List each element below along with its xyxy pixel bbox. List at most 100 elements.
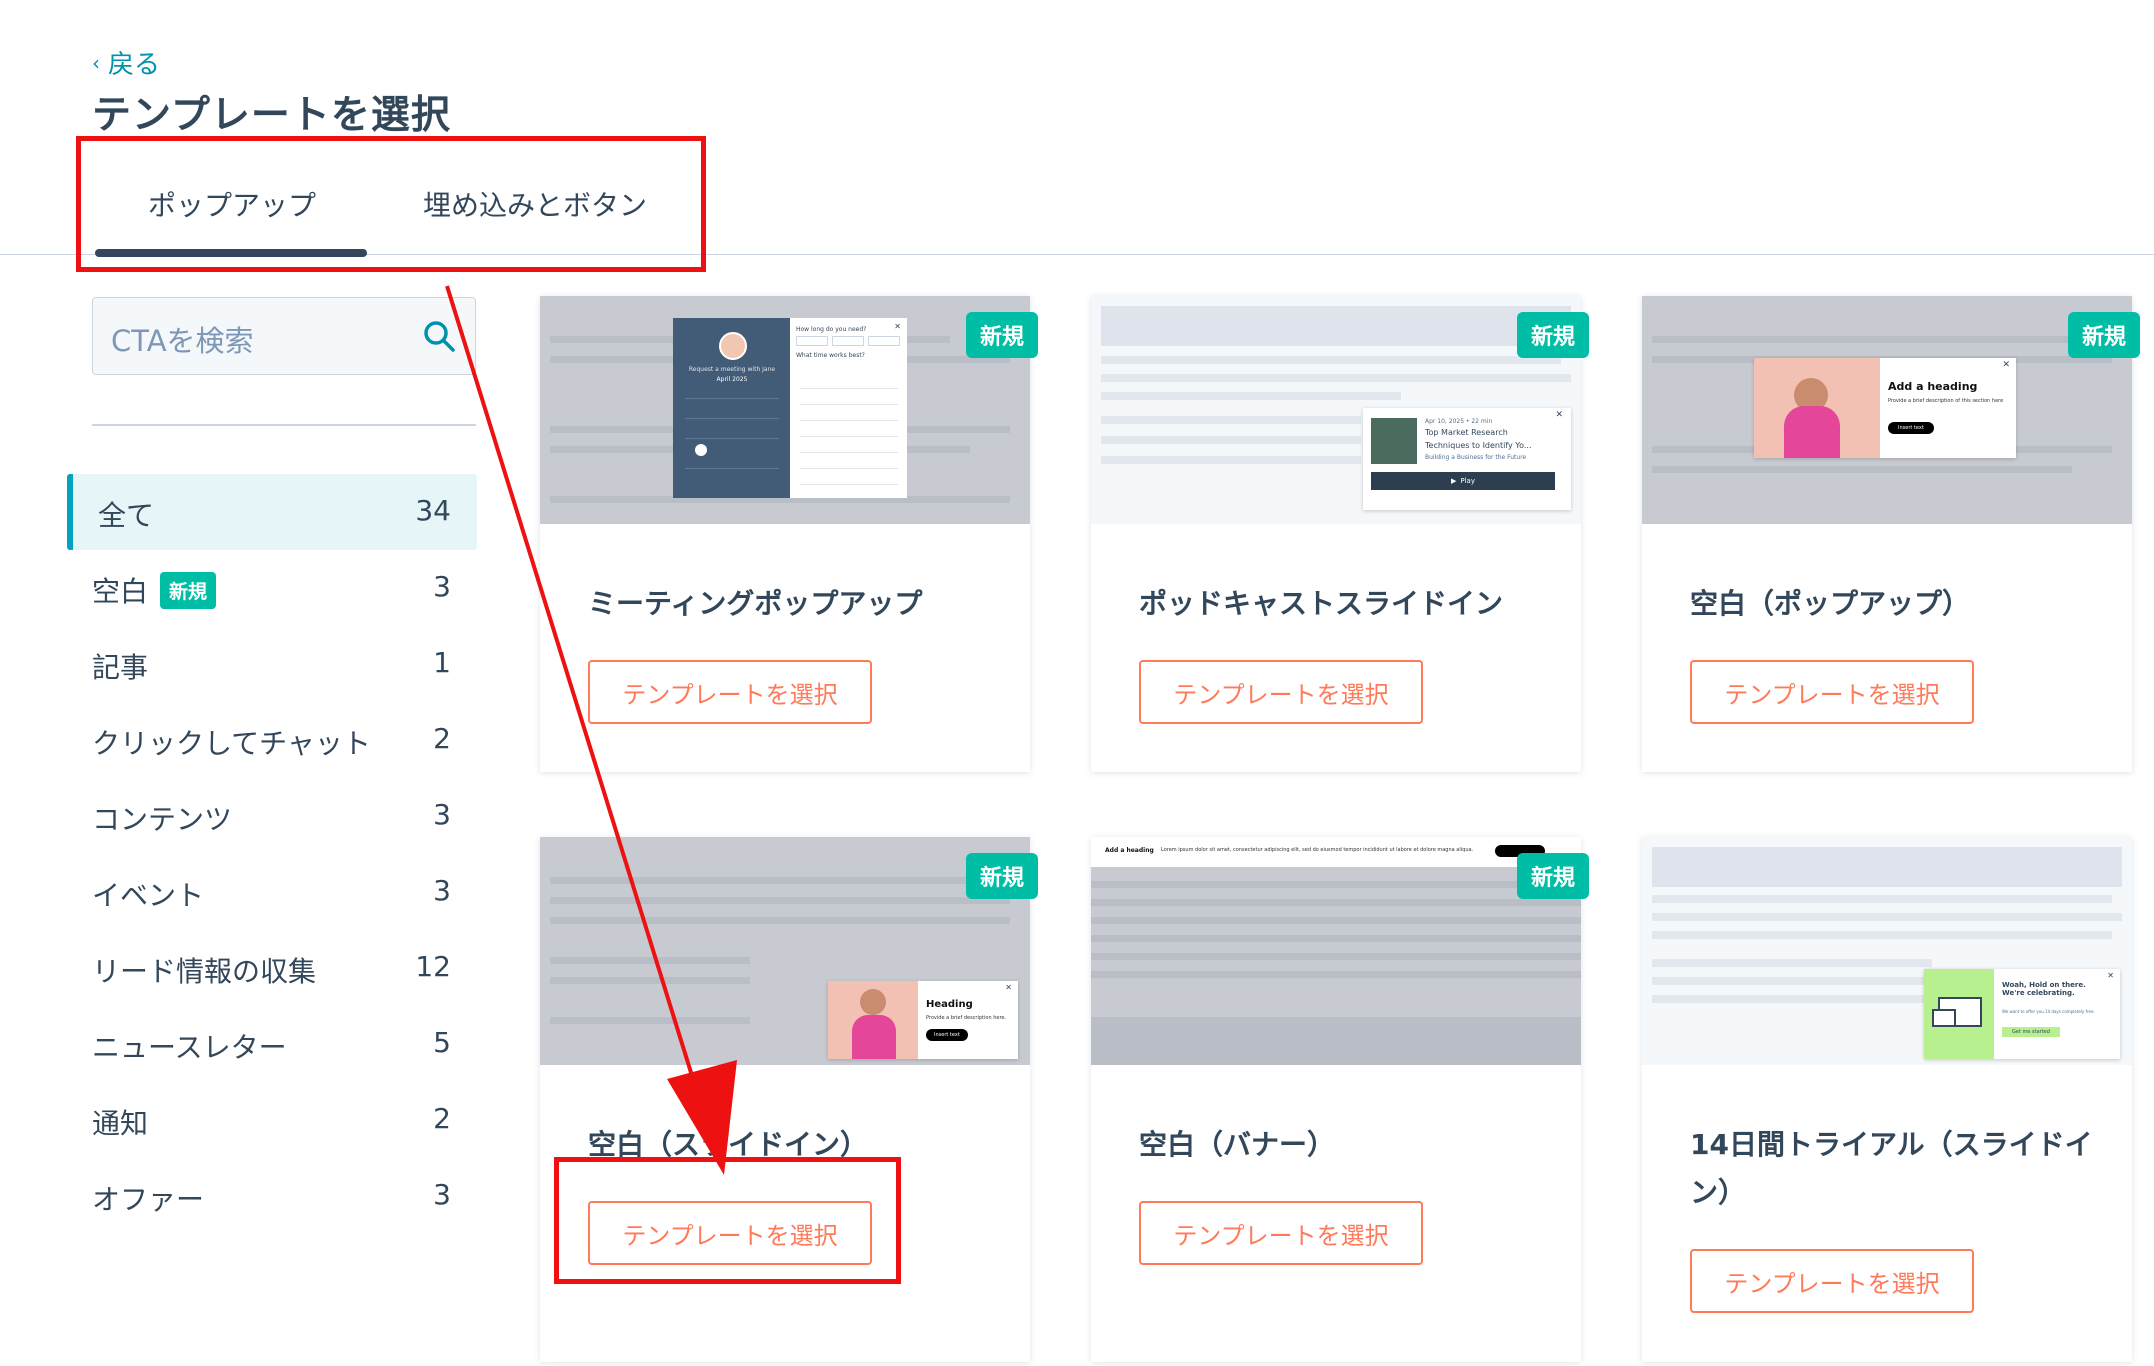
podcast-meta: Apr 10, 2025 • 22 min bbox=[1425, 418, 1493, 425]
template-card-blank-banner[interactable]: Add a heading Lorem ipsum dolor sit amet… bbox=[1091, 837, 1589, 1362]
template-card-14-day-trial[interactable]: ✕ Woah, Hold on there. We're celebrating… bbox=[1642, 837, 2132, 1362]
podcast-title-line2: Techniques to Identify Yo... bbox=[1425, 441, 1532, 450]
template-title: 空白（ポップアップ） bbox=[1690, 587, 1971, 620]
back-link[interactable]: ‹ 戻る bbox=[92, 44, 160, 81]
page-title: テンプレートを選択 bbox=[92, 93, 451, 138]
meeting-duration-question: How long do you need? bbox=[796, 326, 867, 333]
chevron-left-icon: ‹ bbox=[92, 50, 100, 75]
template-card-meeting-popup[interactable]: Request a meeting with Jane April 2025 H… bbox=[540, 296, 1038, 772]
meeting-time-question: What time works best? bbox=[796, 352, 865, 359]
sidebar-item-count: 12 bbox=[415, 950, 451, 983]
select-template-button[interactable]: テンプレートを選択 bbox=[1139, 660, 1423, 724]
sidebar-item-label: リード情報の収集 bbox=[92, 955, 317, 988]
sidebar-item-label: オファー bbox=[92, 1183, 205, 1216]
sidebar-item-count: 1 bbox=[433, 646, 451, 679]
new-badge: 新規 bbox=[160, 571, 217, 609]
sidebar-item-count: 2 bbox=[433, 1102, 451, 1135]
annotation-box-tabs bbox=[76, 136, 706, 272]
new-badge: 新規 bbox=[2067, 312, 2140, 358]
sidebar-item-all[interactable]: 全て 34 bbox=[67, 474, 477, 550]
trial-heading: Woah, Hold on there. We're celebrating. bbox=[2002, 981, 2086, 997]
sidebar-item-label: イベント bbox=[92, 879, 205, 912]
avatar bbox=[719, 332, 747, 360]
sidebar-item-event[interactable]: イベント 3 bbox=[67, 854, 477, 930]
select-template-button[interactable]: テンプレートを選択 bbox=[1139, 1201, 1423, 1265]
sidebar-item-label: 通知 bbox=[92, 1107, 149, 1140]
sidebar-item-newsletter[interactable]: ニュースレター 5 bbox=[67, 1006, 477, 1082]
slide-in-description: Provide a brief description here. bbox=[926, 1015, 1007, 1021]
template-title: ポッドキャストスライドイン bbox=[1139, 587, 1504, 620]
sidebar-item-offer[interactable]: オファー 3 bbox=[67, 1158, 477, 1234]
slide-in-preview: ✕ Heading Provide a brief description he… bbox=[828, 981, 1018, 1059]
template-card-blank-popup[interactable]: ✕ Add a heading Provide a brief descript… bbox=[1642, 296, 2140, 772]
search-box[interactable]: CTAを検索 bbox=[92, 297, 476, 375]
trial-illustration bbox=[1924, 969, 1994, 1059]
trial-slide-in: ✕ Woah, Hold on there. We're celebrating… bbox=[1924, 969, 2120, 1059]
sidebar-item-count: 3 bbox=[433, 1178, 451, 1211]
sidebar-item-click-to-chat[interactable]: クリックしてチャット 2 bbox=[67, 702, 477, 778]
meeting-calendar-panel: Request a meeting with Jane April 2025 bbox=[673, 318, 790, 498]
play-icon: ▶ bbox=[1451, 477, 1457, 485]
popup-photo bbox=[1754, 358, 1880, 458]
sidebar-item-count: 34 bbox=[415, 494, 451, 527]
popup-preview: ✕ Add a heading Provide a brief descript… bbox=[1754, 358, 2016, 458]
popup-description: Provide a brief description of this sect… bbox=[1888, 398, 2004, 404]
new-badge: 新規 bbox=[1516, 853, 1589, 899]
sidebar-item-content[interactable]: コンテンツ 3 bbox=[67, 778, 477, 854]
podcast-cover-image bbox=[1371, 418, 1417, 464]
sidebar-item-label: 空白 bbox=[92, 575, 149, 608]
banner-text: Lorem ipsum dolor sit amet, consectetur … bbox=[1161, 847, 1474, 853]
template-title: ミーティングポップアップ bbox=[588, 587, 923, 620]
new-badge: 新規 bbox=[965, 853, 1038, 899]
sidebar-item-lead-capture[interactable]: リード情報の収集 12 bbox=[67, 930, 477, 1006]
sidebar-item-blank[interactable]: 空白 新規 3 bbox=[67, 550, 477, 626]
search-input[interactable]: CTAを検索 bbox=[111, 318, 254, 360]
back-label: 戻る bbox=[108, 50, 161, 80]
banner-preview: Add a heading Lorem ipsum dolor sit amet… bbox=[1091, 837, 1581, 867]
select-template-button[interactable]: テンプレートを選択 bbox=[588, 660, 872, 724]
close-icon: ✕ bbox=[894, 322, 901, 331]
annotation-box-select-button bbox=[554, 1157, 901, 1284]
template-title: 14日間トライアル（スライドイン） bbox=[1690, 1128, 2093, 1209]
close-icon: ✕ bbox=[1005, 983, 1012, 992]
sidebar-divider bbox=[92, 424, 476, 426]
podcast-play-label: Play bbox=[1460, 477, 1475, 485]
sidebar-item-notification[interactable]: 通知 2 bbox=[67, 1082, 477, 1158]
podcast-title-line1: Top Market Research bbox=[1425, 428, 1508, 437]
template-preview: ✕ Apr 10, 2025 • 22 min Top Market Resea… bbox=[1091, 296, 1581, 524]
sidebar-item-label: 記事 bbox=[92, 651, 149, 684]
meeting-month: April 2025 bbox=[716, 376, 748, 383]
popup-cta: Insert text bbox=[1888, 422, 1934, 434]
new-badge: 新規 bbox=[1516, 312, 1589, 358]
template-preview: Add a heading Lorem ipsum dolor sit amet… bbox=[1091, 837, 1581, 1065]
select-template-button[interactable]: テンプレートを選択 bbox=[1690, 1249, 1974, 1313]
podcast-subtitle: Building a Business for the Future bbox=[1425, 454, 1527, 461]
template-preview: Request a meeting with Jane April 2025 H… bbox=[540, 296, 1030, 524]
meeting-time-panel: How long do you need? ✕ What time works … bbox=[790, 318, 907, 498]
slide-in-heading: Heading bbox=[926, 999, 973, 1010]
banner-heading: Add a heading bbox=[1105, 847, 1154, 854]
template-title: 空白（バナー） bbox=[1139, 1128, 1336, 1161]
new-badge: 新規 bbox=[965, 312, 1038, 358]
search-icon[interactable] bbox=[421, 318, 457, 354]
slide-in-photo bbox=[828, 981, 918, 1059]
sidebar-item-count: 2 bbox=[433, 722, 451, 755]
sidebar-item-count: 3 bbox=[433, 798, 451, 831]
select-template-button[interactable]: テンプレートを選択 bbox=[1690, 660, 1974, 724]
sidebar-item-article[interactable]: 記事 1 bbox=[67, 626, 477, 702]
popup-heading: Add a heading bbox=[1888, 380, 1978, 393]
template-preview: ✕ Heading Provide a brief description he… bbox=[540, 837, 1030, 1065]
trial-cta: Get me started bbox=[2002, 1027, 2060, 1037]
slide-in-cta: Insert text bbox=[926, 1029, 968, 1041]
sidebar-item-label: コンテンツ bbox=[92, 803, 233, 836]
sidebar-item-count: 3 bbox=[433, 570, 451, 603]
template-preview: ✕ Woah, Hold on there. We're celebrating… bbox=[1642, 837, 2132, 1065]
template-card-podcast-slide-in[interactable]: ✕ Apr 10, 2025 • 22 min Top Market Resea… bbox=[1091, 296, 1589, 772]
sidebar-item-count: 3 bbox=[433, 874, 451, 907]
close-icon: ✕ bbox=[2002, 360, 2010, 370]
podcast-play-button: ▶ Play bbox=[1371, 472, 1555, 490]
trial-description: We want to offer you 14 days completely … bbox=[2002, 1009, 2095, 1014]
close-icon: ✕ bbox=[1555, 410, 1563, 420]
sidebar-item-count: 5 bbox=[433, 1026, 451, 1059]
sidebar-item-label: クリックしてチャット bbox=[92, 727, 371, 760]
